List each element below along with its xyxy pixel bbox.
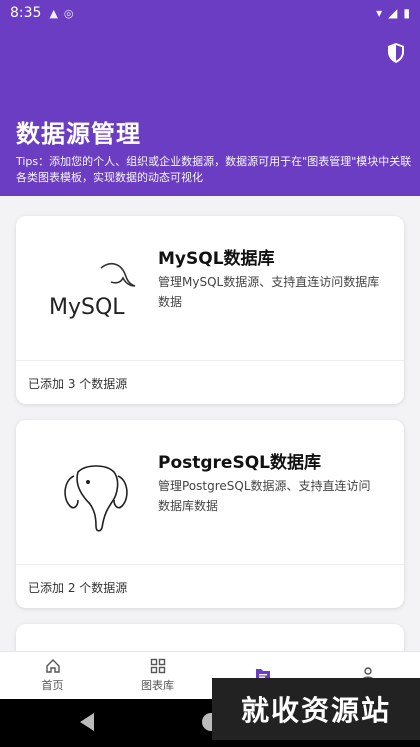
card-desc: 管理PostgreSQL数据源、支持直连访问数据库数据 <box>158 479 371 513</box>
card-name: MySQL数据库 <box>158 249 275 269</box>
nav-label: 图表库 <box>141 679 174 692</box>
postgresql-card[interactable]: PostgreSQL数据库 管理PostgreSQL数据源、支持直连访问数据库数… <box>16 420 404 608</box>
signal-icon: ◢ <box>388 6 398 20</box>
card-footer: 已添加 2 个数据源 <box>28 581 128 595</box>
status-bar: 8:35 ▲ ◎ ▾ ◢ ▮ <box>0 0 420 26</box>
postgresql-elephant-icon <box>36 448 156 548</box>
mysql-logo: MySQL <box>36 244 156 344</box>
watermark: 就收资源站 <box>212 678 420 740</box>
mysql-logo-text: MySQL <box>49 295 125 320</box>
page-header: 数据源管理 Tips：添加您的个人、组织或企业数据源，数据源可用于在"图表管理"… <box>0 26 420 196</box>
nav-label: 首页 <box>41 679 64 692</box>
shield-icon[interactable] <box>386 42 406 64</box>
card-desc: 管理MySQL数据源、支持直连访问数据库数据 <box>158 275 380 309</box>
cast-icon: ◎ <box>63 6 74 20</box>
card-divider <box>16 360 404 361</box>
mysql-card[interactable]: MySQL MySQL数据库 管理MySQL数据源、支持直连访问数据库数据 已添… <box>16 216 404 404</box>
datasource-list: MySQL MySQL数据库 管理MySQL数据源、支持直连访问数据库数据 已添… <box>0 196 420 651</box>
nav-charts[interactable]: 图表库 <box>105 652 210 699</box>
battery-icon: ▮ <box>403 6 410 20</box>
home-icon <box>45 659 60 673</box>
card-footer: 已添加 3 个数据源 <box>28 377 128 391</box>
nav-home[interactable]: 首页 <box>0 652 105 699</box>
notification-a-icon: ▲ <box>49 6 58 20</box>
status-time: 8:35 <box>10 5 42 21</box>
card-divider <box>16 564 404 565</box>
back-icon[interactable] <box>80 713 94 731</box>
card-name: PostgreSQL数据库 <box>158 453 321 473</box>
page-title: 数据源管理 <box>16 120 141 148</box>
tips-text: Tips：添加您的个人、组织或企业数据源，数据源可用于在"图表管理"模块中关联各… <box>16 155 412 184</box>
wifi-icon: ▾ <box>376 6 383 20</box>
partial-card[interactable] <box>16 624 404 651</box>
grid-icon <box>150 658 165 674</box>
partial-logo-icon <box>54 642 94 651</box>
